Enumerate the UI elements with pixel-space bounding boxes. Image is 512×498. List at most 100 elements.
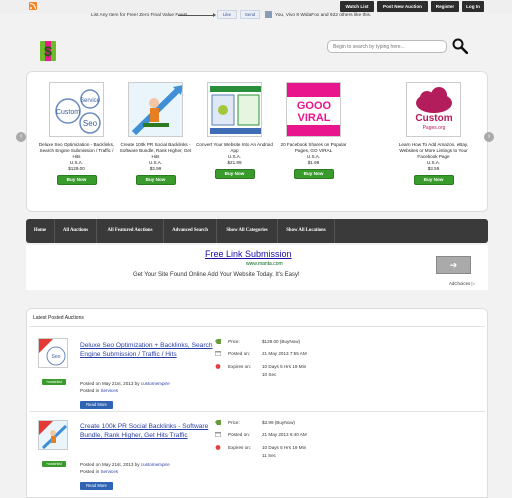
card-title[interactable]: Deluxe Seo Optimization - Backlinks, Sea… — [38, 142, 115, 160]
carousel-card[interactable]: Create 100k PR Social Backlinks - Softwa… — [117, 82, 194, 185]
watchlist-button[interactable]: +watchlist — [42, 379, 66, 385]
svg-text:Custom: Custom — [56, 109, 80, 116]
facebook-send-button[interactable]: Send — [240, 10, 260, 19]
category-link[interactable]: Services — [100, 388, 118, 393]
ad-go-button[interactable]: ➔ — [436, 256, 471, 274]
posted-on-label: Posted on: — [228, 432, 250, 437]
auction-title-link[interactable]: Create 100k PR Social Backlinks - Softwa… — [80, 422, 220, 440]
buy-now-button[interactable]: Buy Now — [135, 175, 176, 185]
login-button[interactable]: Log In — [462, 1, 484, 12]
card-title[interactable]: Convert Your Website Into An Android App — [196, 142, 273, 154]
nav-advanced-search[interactable]: Advanced Search — [164, 219, 217, 243]
expires-seconds: 11 Sec — [262, 453, 276, 458]
posted-on-label: Posted on: — [228, 351, 250, 356]
expires-label: Expires on: — [228, 364, 251, 369]
expires-value: 10 Days 5 Hrs 19 Min — [262, 445, 307, 450]
auction-thumbnail[interactable]: Seo — [38, 338, 68, 368]
posted-date: Posted on May 21st, 2013 by — [80, 381, 140, 386]
posted-category: Posted in Services — [80, 469, 118, 475]
product-thumbnail[interactable] — [128, 82, 183, 137]
posted-on-value: 21 May 2013 7:55 AM — [262, 351, 307, 356]
main-nav: Home All Auctions All Featured Auctions … — [26, 219, 488, 243]
auction-title-link[interactable]: Deluxe Seo Optimization + Backlinks, Sea… — [80, 341, 220, 359]
posted-meta: Posted on May 21st, 2013 by customempire — [80, 462, 170, 468]
product-thumbnail[interactable]: GOOO VIRAL — [286, 82, 341, 137]
buy-now-button[interactable]: Buy Now — [413, 175, 454, 185]
card-price: $21.99 — [227, 160, 242, 165]
ad-url[interactable]: www.manta.com — [246, 261, 283, 267]
card-title[interactable]: 20 Facebook Shares on Popular Pages, GO … — [275, 142, 352, 154]
nav-show-all-categories[interactable]: Show All Categories — [217, 219, 278, 243]
calendar-icon — [215, 351, 221, 356]
facebook-avatar — [265, 11, 272, 18]
svg-text:Seo: Seo — [83, 119, 98, 128]
carousel-prev-button[interactable]: ‹ — [16, 132, 26, 142]
divider — [29, 326, 485, 327]
nav-all-auctions[interactable]: All Auctions — [55, 219, 97, 243]
latest-auctions-title: Latest Posted Auctions — [33, 315, 84, 321]
adchoices-label[interactable]: AdChoices ▷ — [449, 281, 475, 287]
watchlist-button[interactable]: +watchlist — [42, 461, 66, 467]
posted-user-link[interactable]: customempire — [141, 381, 170, 386]
carousel-card[interactable]: GOOO VIRAL 20 Facebook Shares on Popular… — [275, 82, 352, 179]
expires-icon — [215, 364, 221, 369]
card-title[interactable]: Create 100k PR Social Backlinks - Softwa… — [117, 142, 194, 160]
post-new-auction-button[interactable]: Post New Auction — [377, 1, 428, 12]
nav-all-featured-auctions[interactable]: All Featured Auctions — [97, 219, 164, 243]
posted-user-link[interactable]: customempire — [141, 462, 170, 467]
category-prefix: Posted in — [80, 469, 100, 474]
price-value: $129.00 (BuyNow) — [262, 339, 301, 344]
card-price: $3.99 — [149, 166, 162, 171]
posted-meta: Posted on May 21st, 2013 by customempire — [80, 381, 170, 387]
posted-category: Posted in Services — [80, 388, 118, 394]
facebook-like-button[interactable]: Like — [217, 10, 237, 19]
search-icon[interactable] — [452, 38, 468, 54]
buy-now-button[interactable]: Buy Now — [293, 169, 334, 179]
svg-text:Service: Service — [80, 98, 101, 104]
svg-text:$: $ — [44, 43, 52, 59]
carousel-card[interactable]: Custom Service Seo Deluxe Seo Optimizati… — [38, 82, 115, 185]
product-thumbnail[interactable] — [207, 82, 262, 137]
svg-text:Custom: Custom — [415, 113, 452, 124]
card-price: $3.59 — [427, 166, 440, 171]
expires-seconds: 10 Sec — [262, 372, 277, 377]
rss-icon[interactable] — [29, 2, 37, 10]
svg-text:Pages.org: Pages.org — [423, 125, 446, 131]
watch-list-button[interactable]: Watch List — [340, 1, 374, 12]
ad-title-link[interactable]: Free Link Submission — [205, 249, 292, 259]
read-more-button[interactable]: Read More — [80, 482, 113, 490]
promo-arrow-icon — [178, 13, 216, 17]
ad-banner[interactable]: Free Link Submission www.manta.com Get Y… — [26, 245, 488, 290]
promo-text: List Any Item for Free! Zero Final Value… — [91, 13, 188, 18]
expires-value: 10 Days 5 Hrs 19 Min — [262, 364, 307, 369]
product-thumbnail[interactable]: Custom Service Seo — [49, 82, 104, 137]
card-price: $129.00 — [68, 166, 85, 171]
facebook-social-text: You, Vivo 8 WidaFox and 922 others like … — [275, 13, 372, 18]
product-thumbnail[interactable]: Custom Pages.org — [406, 82, 461, 137]
svg-text:VIRAL: VIRAL — [298, 112, 331, 124]
read-more-button[interactable]: Read More — [80, 401, 113, 409]
category-prefix: Posted in — [80, 388, 100, 393]
expires-icon — [215, 445, 221, 450]
card-title[interactable]: Learn How To Add Amazon, eBay, Websites … — [395, 142, 472, 160]
svg-text:Seo: Seo — [52, 354, 61, 360]
posted-on-value: 21 May 2013 6:40 AM — [262, 432, 307, 437]
carousel-next-button[interactable]: › — [484, 132, 494, 142]
search-input[interactable] — [327, 40, 447, 53]
card-price: $1.99 — [307, 160, 320, 165]
nav-show-all-locations[interactable]: Show All Locations — [278, 219, 335, 243]
expires-label: Expires on: — [228, 445, 251, 450]
buy-now-button[interactable]: Buy Now — [56, 175, 97, 185]
category-link[interactable]: Services — [100, 469, 118, 474]
price-label: Price: — [228, 420, 240, 425]
site-logo[interactable]: $ — [40, 41, 56, 61]
price-tag-icon — [215, 339, 221, 344]
price-value: $3.99 (BuyNow) — [262, 420, 295, 425]
register-button[interactable]: Register — [431, 1, 459, 12]
nav-home[interactable]: Home — [26, 219, 55, 243]
buy-now-button[interactable]: Buy Now — [214, 169, 255, 179]
carousel-card[interactable]: Convert Your Website Into An Android App… — [196, 82, 273, 179]
carousel-card[interactable]: Custom Pages.org Learn How To Add Amazon… — [395, 82, 472, 185]
auction-thumbnail[interactable] — [38, 420, 68, 450]
posted-date: Posted on May 21st, 2013 by — [80, 462, 140, 467]
